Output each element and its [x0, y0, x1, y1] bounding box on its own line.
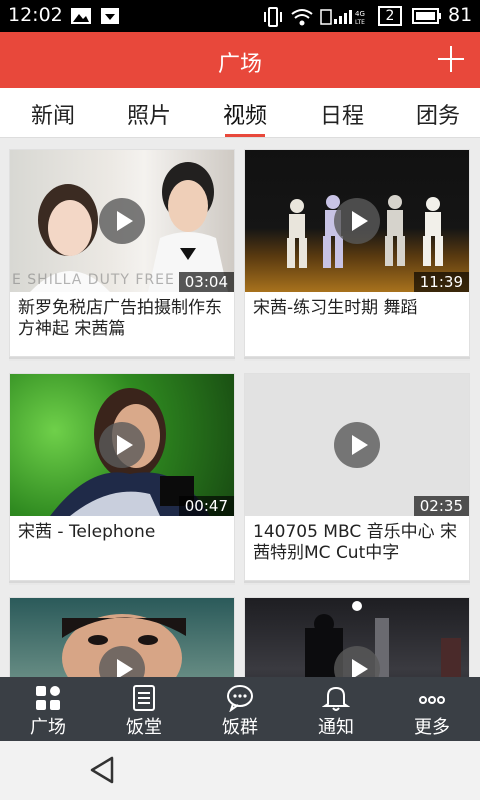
video-thumbnail[interactable] — [10, 598, 234, 677]
status-bar: 12:02 4G LTE 2 81 — [0, 0, 480, 32]
nav-fan-group[interactable]: 饭群 — [192, 677, 288, 741]
video-card[interactable] — [244, 597, 470, 677]
battery-icon — [412, 8, 441, 24]
grid-icon — [36, 686, 60, 710]
nav-label: 广场 — [30, 717, 66, 738]
download-notification-icon — [101, 8, 119, 24]
app-bar: 广场 — [0, 32, 480, 88]
video-title: 新罗免税店广告拍摄制作东方神起 宋茜篇 — [18, 298, 222, 339]
video-grid: E SHILLA DUTY FREE 03:04 新罗免税店广告拍摄制作东方神起… — [0, 139, 480, 677]
nav-label: 更多 — [414, 717, 450, 738]
video-title: 宋茜 - Telephone — [18, 522, 156, 542]
play-icon[interactable] — [334, 422, 380, 468]
tab-label: 照片 — [127, 104, 172, 129]
play-icon[interactable] — [99, 422, 145, 468]
battery-level: 81 — [448, 4, 473, 26]
signal-icon: 4GLTE — [320, 9, 365, 26]
svg-text:LTE: LTE — [355, 19, 365, 26]
tab-photos[interactable]: 照片 — [127, 98, 171, 130]
video-thumbnail[interactable]: 00:47 — [10, 374, 234, 516]
nav-label: 通知 — [318, 717, 354, 738]
more-icon — [419, 696, 445, 704]
nav-label: 饭群 — [222, 717, 258, 738]
sim-badge: 2 — [378, 6, 402, 26]
status-time: 12:02 — [8, 4, 63, 26]
wifi-icon — [291, 9, 313, 26]
system-nav-bar — [0, 741, 480, 800]
video-title: 宋茜-练习生时期 舞蹈 — [253, 298, 418, 318]
video-duration: 00:47 — [178, 496, 234, 516]
nav-notifications[interactable]: 通知 — [288, 677, 384, 741]
vibrate-icon — [264, 7, 282, 27]
bell-icon — [322, 686, 350, 711]
thumbnail-watermark: E SHILLA DUTY FREE — [12, 272, 175, 288]
nav-label: 饭堂 — [126, 717, 162, 738]
video-card[interactable]: 02:35 140705 MBC 音乐中心 宋茜特别MC Cut中字 — [244, 373, 470, 581]
nav-square[interactable]: 广场 — [0, 677, 96, 741]
video-duration: 02:35 — [413, 496, 469, 516]
svg-text:4G: 4G — [355, 10, 365, 18]
video-card[interactable] — [9, 597, 235, 677]
tab-schedule[interactable]: 日程 — [320, 98, 364, 130]
video-title: 140705 MBC 音乐中心 宋茜特别MC Cut中字 — [253, 522, 458, 563]
bottom-nav: 广场 饭堂 饭群 通知 更多 — [0, 677, 480, 741]
tab-videos[interactable]: 视频 — [223, 98, 268, 137]
nav-more[interactable]: 更多 — [384, 677, 480, 741]
tab-news[interactable]: 新闻 — [31, 98, 75, 130]
tab-bar: 新闻 照片 视频 日程 团务 — [0, 88, 480, 138]
play-icon[interactable] — [334, 198, 380, 244]
tab-label: 视频 — [223, 104, 268, 129]
video-thumbnail[interactable]: E SHILLA DUTY FREE 03:04 — [10, 150, 234, 292]
tab-label: 新闻 — [31, 104, 76, 129]
video-card[interactable]: E SHILLA DUTY FREE 03:04 新罗免税店广告拍摄制作东方神起… — [9, 149, 235, 357]
tab-group-affairs[interactable]: 团务 — [416, 98, 460, 130]
page-title: 广场 — [217, 52, 262, 77]
gallery-notification-icon — [71, 8, 91, 24]
video-duration: 11:39 — [413, 272, 469, 292]
chat-icon — [227, 685, 253, 712]
back-icon[interactable] — [88, 755, 118, 785]
active-tab-indicator — [225, 134, 266, 137]
video-duration: 03:04 — [178, 272, 234, 292]
video-card[interactable]: 11:39 宋茜-练习生时期 舞蹈 — [244, 149, 470, 357]
tab-label: 日程 — [320, 104, 365, 129]
video-thumbnail[interactable] — [245, 598, 469, 677]
video-card[interactable]: 00:47 宋茜 - Telephone — [9, 373, 235, 581]
document-icon — [133, 685, 155, 711]
play-icon[interactable] — [99, 198, 145, 244]
nav-canteen[interactable]: 饭堂 — [96, 677, 192, 741]
video-thumbnail[interactable]: 11:39 — [245, 150, 469, 292]
video-thumbnail[interactable]: 02:35 — [245, 374, 469, 516]
tab-label: 团务 — [416, 104, 461, 129]
add-icon[interactable] — [436, 44, 466, 74]
